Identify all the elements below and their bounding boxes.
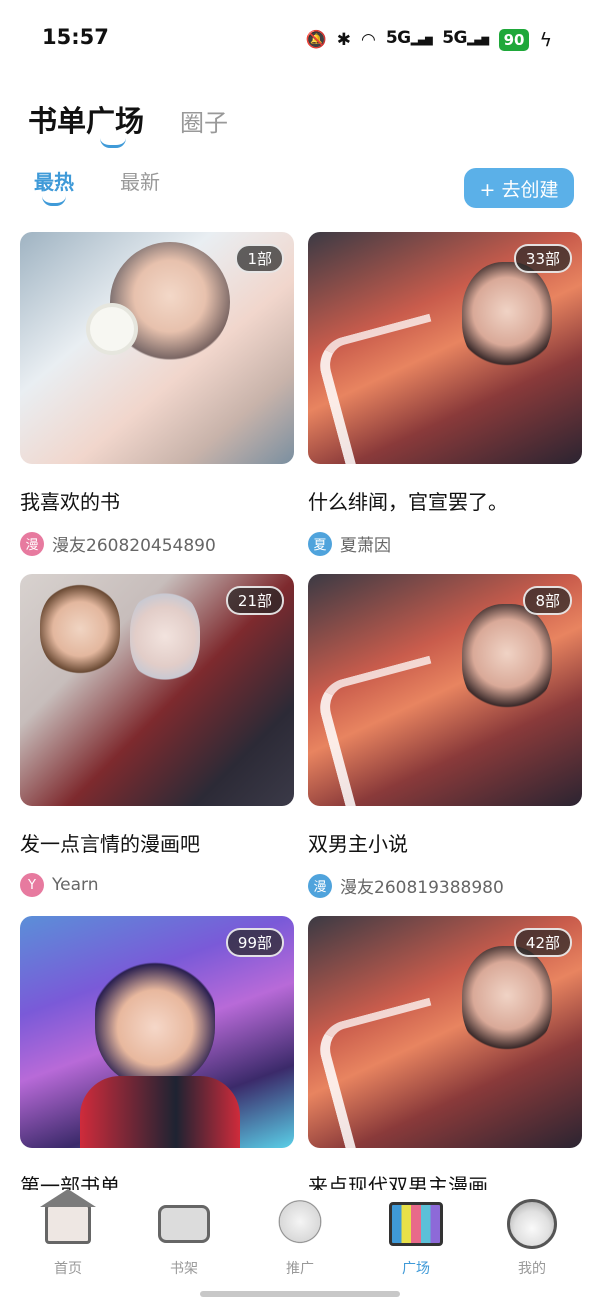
- status-bar: 15:57 🔕 ✱ ◠ 5G▂▄▆ 5G▂▄▆ 90 ϟ: [0, 0, 600, 78]
- author-row[interactable]: 漫 漫友260819388980: [308, 873, 582, 898]
- books-cat-icon: [389, 1198, 443, 1250]
- home-indicator[interactable]: [200, 1291, 400, 1297]
- count-badge: 8部: [523, 586, 572, 615]
- megaphone-cat-icon: [273, 1198, 327, 1250]
- house-icon: [40, 1189, 96, 1244]
- signal-5g-icon: 5G▂▄▆: [385, 28, 433, 48]
- tab-hottest[interactable]: 最热: [34, 166, 74, 206]
- avatar-icon: [507, 1199, 557, 1249]
- tab-newest[interactable]: 最新: [120, 166, 160, 195]
- count-badge: 33部: [513, 244, 572, 273]
- count-badge: 99部: [225, 928, 284, 957]
- nav-label: 广场: [402, 1261, 430, 1277]
- author-row[interactable]: 漫 漫友260820454890: [20, 531, 294, 556]
- author-name: 漫友260820454890: [52, 536, 216, 556]
- home-cat-icon: [40, 1189, 96, 1250]
- nav-home[interactable]: 首页: [18, 1189, 118, 1309]
- cover-image[interactable]: 1部: [20, 232, 294, 464]
- tab-booklist-plaza[interactable]: 书单广场: [28, 98, 145, 148]
- cover-image[interactable]: 42部: [308, 916, 582, 1148]
- booklist-title[interactable]: 我喜欢的书: [20, 486, 294, 515]
- cover-image[interactable]: 99部: [20, 916, 294, 1148]
- main-tabs: 书单广场 圈子: [28, 98, 228, 148]
- cover-image[interactable]: 33部: [308, 232, 582, 464]
- sub-tabs: 最热 最新: [34, 166, 160, 206]
- count-badge: 42部: [513, 928, 572, 957]
- create-button[interactable]: + 去创建: [464, 168, 574, 208]
- books-icon: [389, 1202, 443, 1246]
- author-name: 夏萧因: [340, 536, 391, 556]
- avatar: 夏: [308, 531, 332, 556]
- nav-me[interactable]: 我的: [482, 1190, 582, 1309]
- status-icons: 🔕 ✱ ◠ 5G▂▄▆ 5G▂▄▆ 90 ϟ: [306, 27, 552, 52]
- wifi-icon: ◠: [360, 29, 376, 50]
- author-row[interactable]: 夏 夏萧因: [308, 531, 582, 556]
- author-name: 漫友260819388980: [340, 878, 504, 898]
- booklist-card[interactable]: 1部 我喜欢的书 漫 漫友260820454890: [20, 232, 294, 574]
- signal-5g-icon-2: 5G▂▄▆: [442, 28, 489, 48]
- nav-label: 书架: [170, 1261, 198, 1277]
- booklist-card[interactable]: 33部 什么绯闻，官宣罢了。 夏 夏萧因: [308, 232, 582, 574]
- shelf-icon: [158, 1205, 210, 1243]
- booklist-card[interactable]: 8部 双男主小说 漫 漫友260819388980: [308, 574, 582, 916]
- cover-image[interactable]: 21部: [20, 574, 294, 806]
- author-name: Yearn: [52, 875, 99, 895]
- active-subtab-indicator: [42, 196, 66, 206]
- cat-icon: [275, 1200, 325, 1248]
- bookshelf-cat-icon: [157, 1198, 211, 1250]
- booklist-grid: 1部 我喜欢的书 漫 漫友260820454890 33部 什么绯闻，官宣罢了。…: [20, 232, 582, 1258]
- tab-label: 书单广场: [28, 104, 145, 138]
- cover-image[interactable]: 8部: [308, 574, 582, 806]
- nav-label: 我的: [518, 1261, 546, 1277]
- active-tab-indicator: [100, 138, 126, 148]
- tab-circle[interactable]: 圈子: [180, 103, 228, 138]
- avatar: Y: [20, 873, 44, 897]
- bluetooth-icon: ✱: [336, 29, 351, 50]
- network-label-2: 5G: [442, 28, 467, 48]
- booklist-title[interactable]: 双男主小说: [308, 828, 582, 857]
- booklist-title[interactable]: 什么绯闻，官宣罢了。: [308, 486, 582, 515]
- battery-indicator: 90: [498, 28, 530, 51]
- tab-label: 最热: [34, 170, 74, 194]
- charging-icon: ϟ: [539, 28, 552, 51]
- count-badge: 1部: [235, 244, 284, 273]
- status-time: 15:57: [42, 25, 109, 49]
- count-badge: 21部: [225, 586, 284, 615]
- avatar: 漫: [20, 531, 44, 556]
- nav-label: 推广: [286, 1261, 314, 1277]
- avatar: 漫: [308, 873, 332, 898]
- mute-icon: 🔕: [305, 29, 327, 50]
- booklist-card[interactable]: 21部 发一点言情的漫画吧 Y Yearn: [20, 574, 294, 916]
- nav-label: 首页: [54, 1261, 82, 1277]
- booklist-title[interactable]: 发一点言情的漫画吧: [20, 828, 294, 857]
- network-label: 5G: [385, 28, 411, 48]
- profile-cat-icon: [505, 1198, 559, 1250]
- author-row[interactable]: Y Yearn: [20, 873, 294, 897]
